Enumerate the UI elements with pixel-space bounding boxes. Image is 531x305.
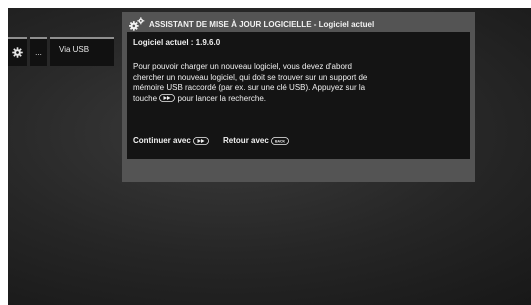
dialog-actions: Continuer avec Retour avec BACK xyxy=(133,136,289,145)
tv-screen: ... Via USB ASSISTANT DE MISE À JOUR LOG… xyxy=(8,8,531,305)
via-usb-label: Via USB xyxy=(59,45,90,54)
menu-more-column[interactable]: ... xyxy=(30,37,47,66)
fast-forward-key-icon xyxy=(193,136,209,145)
dialog-content-panel: Logiciel actuel : 1.9.6.0 Pour pouvoir c… xyxy=(127,32,470,159)
gears-icon xyxy=(129,17,145,31)
more-label: ... xyxy=(35,48,42,57)
menu-settings-column[interactable] xyxy=(8,37,27,66)
back-key-text: BACK xyxy=(275,139,286,143)
instructions-text: Pour pouvoir charger un nouveau logiciel… xyxy=(133,62,383,104)
back-label: Retour avec xyxy=(223,136,269,145)
dialog-title-bar: ASSISTANT DE MISE À JOUR LOGICIELLE - Lo… xyxy=(128,16,374,32)
software-update-dialog: ASSISTANT DE MISE À JOUR LOGICIELLE - Lo… xyxy=(122,12,475,182)
fast-forward-key-icon xyxy=(159,94,176,103)
current-version-text: Logiciel actuel : 1.9.6.0 xyxy=(133,38,221,47)
back-key-icon: BACK xyxy=(271,136,289,145)
menu-via-usb-column[interactable]: Via USB xyxy=(50,37,114,66)
dialog-title: ASSISTANT DE MISE À JOUR LOGICIELLE - Lo… xyxy=(149,19,375,29)
back-action[interactable]: Retour avec BACK xyxy=(223,136,289,145)
continue-label: Continuer avec xyxy=(133,136,191,145)
continue-action[interactable]: Continuer avec xyxy=(133,136,209,145)
gear-icon xyxy=(12,47,23,58)
instructions-after-key: pour lancer la recherche. xyxy=(177,93,267,103)
